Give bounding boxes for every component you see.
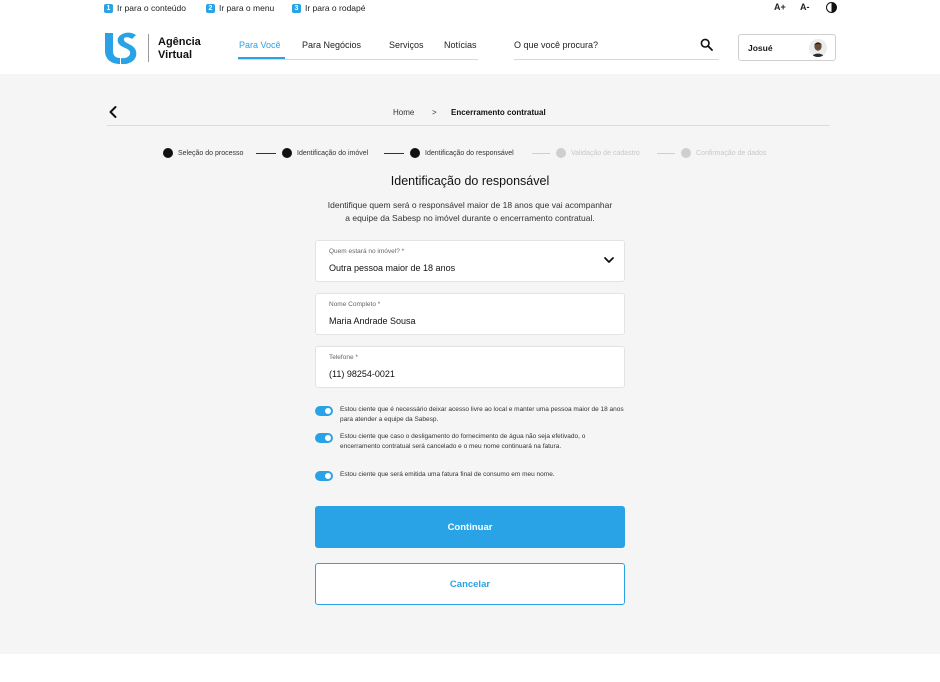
skip-link-label: Ir para o rodapé	[305, 3, 366, 13]
agreement-access-text: Estou ciente que é necessário deixar ace…	[340, 406, 624, 423]
step-connector	[532, 153, 550, 154]
brand-line-1: Agência	[158, 36, 201, 48]
who-value: Outra pessoa maior de 18 anos	[329, 263, 456, 273]
back-arrow-icon[interactable]	[107, 105, 119, 119]
step-connector	[256, 153, 276, 154]
skip-to-content-link[interactable]: 1 Ir para o conteúdo	[104, 3, 186, 13]
skip-to-menu-link[interactable]: 2 Ir para o menu	[206, 3, 274, 13]
logo-divider	[148, 34, 149, 62]
user-menu-button[interactable]: Josué	[738, 34, 836, 61]
agreement-invoice-text: Estou ciente que será emitida uma fatura…	[340, 471, 555, 478]
step-label: Seleção do processo	[178, 149, 244, 157]
page-title: Identificação do responsável	[390, 174, 550, 188]
search-icon[interactable]	[700, 38, 713, 51]
phone-label: Telefone *	[329, 354, 358, 361]
skip-to-footer-link[interactable]: 3 Ir para o rodapé	[292, 3, 365, 13]
font-increase-button[interactable]: A+	[774, 2, 786, 12]
sabesp-logo[interactable]	[103, 31, 137, 64]
step-connector	[657, 153, 675, 154]
step-dot	[681, 148, 691, 158]
intro-line-2: a equipe da Sabesp no imóvel durante o e…	[345, 213, 595, 223]
contrast-icon[interactable]	[826, 2, 837, 13]
breadcrumb-separator: >	[432, 108, 437, 117]
phone-value: (11) 98254-0021	[329, 369, 395, 379]
footer-area	[0, 654, 940, 682]
step-identificacao-imovel: Identificação do imóvel	[282, 148, 368, 158]
step-label: Identificação do responsável	[425, 149, 514, 157]
step-label: Validação de cadastro	[571, 149, 640, 157]
breadcrumb-current: Encerramento contratual	[451, 108, 546, 117]
breadcrumb-home[interactable]: Home	[393, 108, 414, 117]
nav-noticias[interactable]: Notícias	[444, 40, 477, 50]
full-name-label: Nome Completo *	[329, 301, 381, 308]
nav-para-negocios[interactable]: Para Negócios	[302, 40, 361, 50]
main-content: Home > Encerramento contratual Seleção d…	[0, 74, 940, 654]
search-underline	[514, 59, 719, 60]
site-header: Agência Virtual Para Você Para Negócios …	[0, 17, 940, 74]
step-confirmacao-dados: Confirmação de dados	[681, 148, 766, 158]
user-name: Josué	[748, 43, 773, 53]
skip-number-badge: 3	[292, 3, 301, 13]
intro-line-1: Identifique quem será o responsável maio…	[327, 200, 613, 210]
who-label: Quem estará no imóvel? *	[329, 248, 405, 255]
agreement-access-toggle[interactable]	[315, 406, 333, 416]
nav-para-voce[interactable]: Para Você	[239, 40, 281, 50]
avatar	[809, 39, 827, 57]
step-selecao-processo: Seleção do processo	[163, 148, 243, 158]
agreement-invoice-toggle[interactable]	[315, 471, 333, 481]
skip-number-badge: 1	[104, 3, 113, 13]
chevron-down-icon	[604, 257, 614, 263]
phone-field[interactable]: Telefone * (11) 98254-0021	[315, 346, 625, 388]
step-label: Confirmação de dados	[696, 149, 767, 157]
breadcrumb-divider	[107, 125, 830, 126]
page-intro: Identifique quem será o responsável maio…	[0, 199, 940, 225]
skip-number-badge: 2	[206, 3, 215, 13]
step-label: Identificação do imóvel	[297, 149, 369, 157]
step-dot	[163, 148, 173, 158]
step-identificacao-responsavel: Identificação do responsável	[410, 148, 514, 158]
step-validacao-cadastro: Validação de cadastro	[556, 148, 640, 158]
skip-link-label: Ir para o conteúdo	[117, 3, 186, 13]
font-decrease-button[interactable]: A-	[800, 2, 810, 12]
continue-button[interactable]: Continuar	[315, 506, 625, 548]
brand-title: Agência Virtual	[158, 36, 201, 61]
step-dot	[282, 148, 292, 158]
agreement-cancel-text: Estou ciente que caso o desligamento do …	[340, 433, 586, 450]
nav-divider	[238, 59, 478, 60]
brand-line-2: Virtual	[158, 48, 193, 61]
cancel-button[interactable]: Cancelar	[315, 563, 625, 605]
full-name-value: Maria Andrade Sousa	[329, 316, 416, 326]
accessibility-bar: 1 Ir para o conteúdo 2 Ir para o menu 3 …	[0, 0, 940, 16]
step-dot	[556, 148, 566, 158]
nav-active-indicator	[238, 57, 285, 59]
agreement-cancel-toggle[interactable]	[315, 433, 333, 443]
nav-servicos[interactable]: Serviços	[389, 40, 424, 50]
step-connector	[384, 153, 404, 154]
skip-link-label: Ir para o menu	[219, 3, 275, 13]
search-input[interactable]: O que você procura?	[514, 40, 598, 50]
step-dot	[410, 148, 420, 158]
who-select[interactable]: Quem estará no imóvel? * Outra pessoa ma…	[315, 240, 625, 282]
full-name-field[interactable]: Nome Completo * Maria Andrade Sousa	[315, 293, 625, 335]
